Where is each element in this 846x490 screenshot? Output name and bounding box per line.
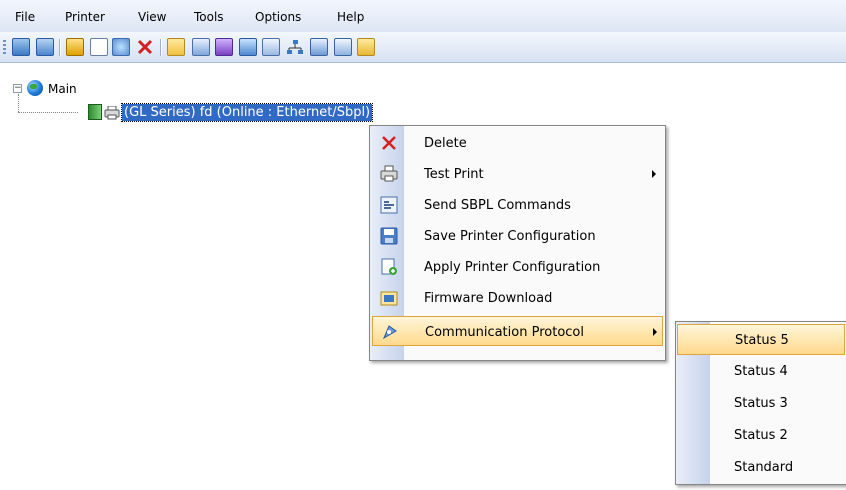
- save-icon[interactable]: [310, 38, 328, 56]
- submenu-item-status-5[interactable]: Status 5: [677, 324, 845, 355]
- submenu-item-status-4[interactable]: Status 4: [677, 356, 845, 387]
- toolbar-grip[interactable]: [3, 40, 6, 56]
- download-icon: [380, 289, 398, 307]
- submenu-item-label: Status 3: [734, 396, 788, 411]
- menu-help[interactable]: Help: [337, 10, 364, 24]
- submenu-item-label: Standard: [734, 460, 794, 475]
- menu-item-send-sbpl[interactable]: Send SBPL Commands: [372, 190, 663, 220]
- menu-item-label: Apply Printer Configuration: [424, 260, 601, 275]
- download-icon[interactable]: [357, 38, 375, 56]
- network-icon[interactable]: [286, 38, 304, 56]
- tree-connector: [18, 112, 78, 113]
- chart-icon[interactable]: [192, 38, 210, 56]
- menu-item-save-config[interactable]: Save Printer Configuration: [372, 221, 663, 251]
- commands-icon[interactable]: [262, 38, 280, 56]
- submenu-arrow-icon: [652, 170, 656, 178]
- menu-options[interactable]: Options: [255, 10, 301, 24]
- printer-icon: [380, 165, 398, 183]
- protocol-icon: [381, 323, 399, 341]
- collapse-toggle[interactable]: −: [13, 84, 22, 93]
- menu-item-firmware-download[interactable]: Firmware Download: [372, 283, 663, 313]
- menu-view[interactable]: View: [138, 10, 166, 24]
- commands-icon: [380, 196, 398, 214]
- refresh-icon[interactable]: [215, 38, 233, 56]
- submenu-item-standard[interactable]: Standard: [677, 452, 845, 483]
- menu-item-test-print[interactable]: Test Print: [372, 159, 663, 189]
- context-menu: Delete Test Print Send SBPL Commands Sav…: [369, 125, 666, 361]
- tree-connector: [18, 94, 19, 112]
- submenu-item-label: Status 4: [734, 364, 788, 379]
- menu-file[interactable]: File: [15, 10, 35, 24]
- menu-item-communication-protocol[interactable]: Communication Protocol: [372, 316, 663, 346]
- menu-item-delete[interactable]: Delete: [372, 128, 663, 158]
- toolbar-separator: [59, 39, 60, 56]
- tree-root-label[interactable]: Main: [48, 82, 77, 96]
- page-icon[interactable]: [90, 38, 108, 56]
- menu-item-label: Send SBPL Commands: [424, 198, 571, 213]
- printer-node-label[interactable]: (GL Series) fd (Online : Ethernet/Sbpl): [120, 103, 374, 122]
- menu-item-label: Test Print: [424, 167, 484, 182]
- menu-printer[interactable]: Printer: [65, 10, 105, 24]
- menu-bar: File Printer View Tools Options Help: [0, 0, 846, 32]
- submenu-item-status-2[interactable]: Status 2: [677, 420, 845, 451]
- toolbar-separator: [160, 39, 161, 56]
- printer-settings-icon[interactable]: [36, 38, 54, 56]
- delete-icon[interactable]: [136, 38, 154, 56]
- menu-tools[interactable]: Tools: [194, 10, 224, 24]
- globe-icon: [27, 80, 43, 96]
- menu-item-apply-config[interactable]: Apply Printer Configuration: [372, 252, 663, 282]
- menu-item-label: Firmware Download: [424, 291, 553, 306]
- apply-config-icon: [380, 258, 398, 276]
- search-icon[interactable]: [112, 38, 130, 56]
- menu-item-label: Delete: [424, 136, 467, 151]
- picture-icon[interactable]: [239, 38, 257, 56]
- submenu-arrow-icon: [653, 328, 657, 336]
- delete-icon: [380, 134, 398, 152]
- menu-item-label: Save Printer Configuration: [424, 229, 596, 244]
- submenu-item-status-3[interactable]: Status 3: [677, 388, 845, 419]
- toolbar: [0, 32, 846, 63]
- menu-item-label: Communication Protocol: [425, 325, 584, 340]
- printer-icon[interactable]: [66, 38, 84, 56]
- monitor-icon[interactable]: [334, 38, 352, 56]
- add-printer-icon[interactable]: [12, 38, 30, 56]
- folder-icon[interactable]: [167, 38, 185, 56]
- protocol-submenu: Status 5 Status 4 Status 3 Status 2 Stan…: [675, 321, 846, 485]
- status-chip-icon: [88, 104, 102, 120]
- save-icon: [380, 227, 398, 245]
- printer-icon: [104, 105, 120, 120]
- submenu-item-label: Status 2: [734, 428, 788, 443]
- submenu-item-label: Status 5: [735, 333, 789, 348]
